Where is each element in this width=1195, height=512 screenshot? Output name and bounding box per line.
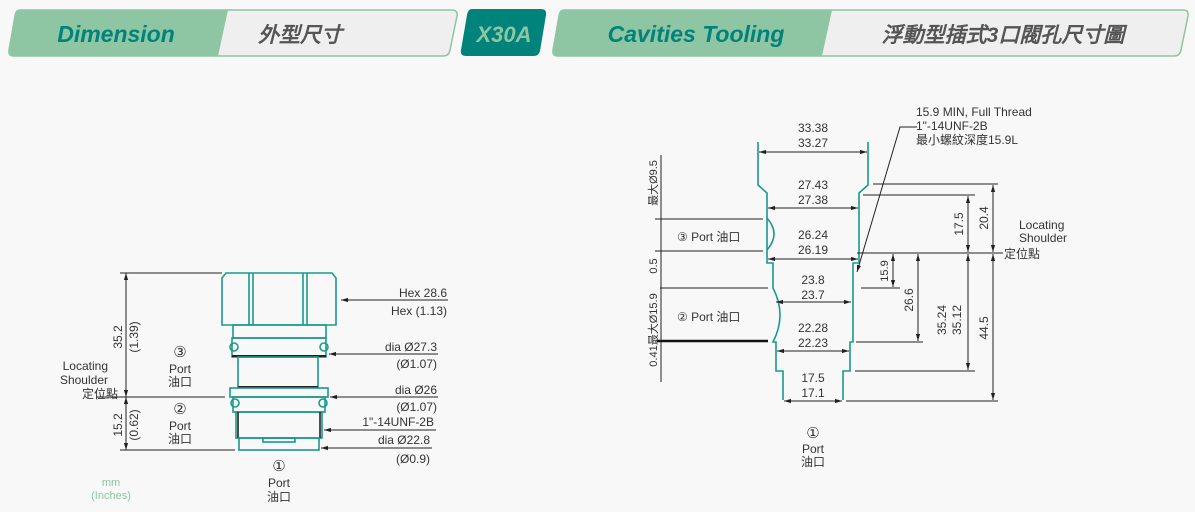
- unit-mm: mm: [102, 477, 120, 489]
- thread-note-line3: 最小螺紋深度15.9L: [916, 132, 1018, 147]
- depth-44-5: 44.5: [977, 316, 991, 340]
- port3-number: ③: [173, 344, 186, 361]
- d3-max: 26.24: [798, 228, 828, 242]
- d3-min: 26.19: [798, 243, 828, 257]
- valve-outline: [221, 272, 337, 451]
- tab-cavities-cn: 浮動型插式3口閥孔尺寸圖: [882, 23, 1129, 47]
- port1-number: ①: [272, 458, 285, 475]
- locating-label: Locating: [63, 359, 108, 373]
- model-code: X30A: [474, 22, 531, 47]
- depth-15-9: 15.9: [879, 260, 891, 281]
- tab-dimension-cn: 外型尺寸: [258, 23, 345, 47]
- locating-label: Shoulder: [60, 373, 108, 387]
- port1-label: Port: [268, 476, 291, 490]
- depth-17-5: 17.5: [952, 212, 966, 236]
- thread-note-line1: 15.9 MIN, Full Thread: [916, 105, 1032, 119]
- dia1-in: (Ø1.07): [396, 357, 437, 371]
- port3-cn: 油口: [168, 375, 192, 389]
- d6-max: 17.5: [801, 371, 825, 385]
- dia2-mm: dia Ø26: [395, 383, 437, 397]
- d4-min: 23.7: [801, 288, 825, 302]
- left-mid-note: 0.5: [648, 258, 660, 273]
- tab-dimension-en: Dimension: [57, 21, 175, 47]
- port2-label: Port: [169, 419, 192, 433]
- left-bot-note: 0.41最大Ø15.9: [646, 293, 660, 366]
- port2-cn: 油口: [168, 432, 192, 446]
- dia3-in: (Ø0.9): [396, 452, 430, 466]
- thread-spec: 1"-14UNF-2B: [362, 415, 434, 429]
- height-total: 35.2: [111, 325, 125, 349]
- hex-mm: Hex 28.6: [399, 286, 447, 300]
- header-tab-cavities: Cavities Tooling 浮動型插式3口閥孔尺寸圖: [552, 9, 1189, 57]
- unit-inches: (Inches): [91, 490, 131, 502]
- d2-min: 27.38: [798, 193, 828, 207]
- port3-label: Port: [169, 362, 192, 376]
- dia1-mm: dia Ø27.3: [385, 340, 437, 354]
- port1-cn: 油口: [267, 490, 291, 504]
- header-tab-dimension: Dimension 外型尺寸: [8, 9, 458, 57]
- cavity-locating: Locating: [1019, 218, 1064, 232]
- cavity-port2: ② Port 油口: [677, 310, 740, 324]
- height-lower-in: (0.62): [127, 409, 141, 440]
- cavity-port1-label: Port: [802, 442, 825, 456]
- d1-min: 33.27: [798, 136, 828, 150]
- cavity-locating: Shoulder: [1019, 231, 1067, 245]
- depth-26-6: 26.6: [902, 288, 916, 312]
- height-total-in: (1.39): [127, 321, 141, 352]
- port2-number: ②: [173, 401, 186, 418]
- d5-max: 22.28: [798, 321, 828, 335]
- cavity-port1-cn: 油口: [801, 455, 825, 469]
- dia3-mm: dia Ø22.8: [378, 433, 430, 447]
- d5-min: 22.23: [798, 336, 828, 350]
- depth-35-24: 35.24: [935, 305, 949, 335]
- cavity-locating: 定位點: [1004, 246, 1040, 261]
- cavity-port3: ③ Port 油口: [677, 230, 740, 244]
- cavity-dimensions: 33.38 33.27 27.43 27.38 26.24 26.19 23.8…: [646, 105, 1067, 469]
- drawing-sheet: Dimension 外型尺寸 X30A Cavities Tooling 浮動型…: [8, 9, 1189, 504]
- thread-note-line2: 1"-14UNF-2B: [916, 119, 988, 133]
- left-top-note: 最大Ø9.5: [646, 160, 660, 206]
- model-badge: X30A: [460, 9, 547, 56]
- d4-max: 23.8: [801, 273, 825, 287]
- locating-label: 定位點: [82, 386, 118, 401]
- dia2-in: (Ø1.07): [396, 400, 437, 414]
- depth-35-12: 35.12: [950, 305, 964, 335]
- tab-cavities-en: Cavities Tooling: [608, 21, 785, 47]
- d6-min: 17.1: [801, 386, 825, 400]
- depth-20-4: 20.4: [977, 206, 991, 230]
- height-lower: 15.2: [111, 413, 125, 437]
- hex-in: Hex (1.13): [391, 304, 447, 318]
- d2-max: 27.43: [798, 178, 828, 192]
- cavity-port1-number: ①: [806, 425, 819, 442]
- d1-max: 33.38: [798, 121, 828, 135]
